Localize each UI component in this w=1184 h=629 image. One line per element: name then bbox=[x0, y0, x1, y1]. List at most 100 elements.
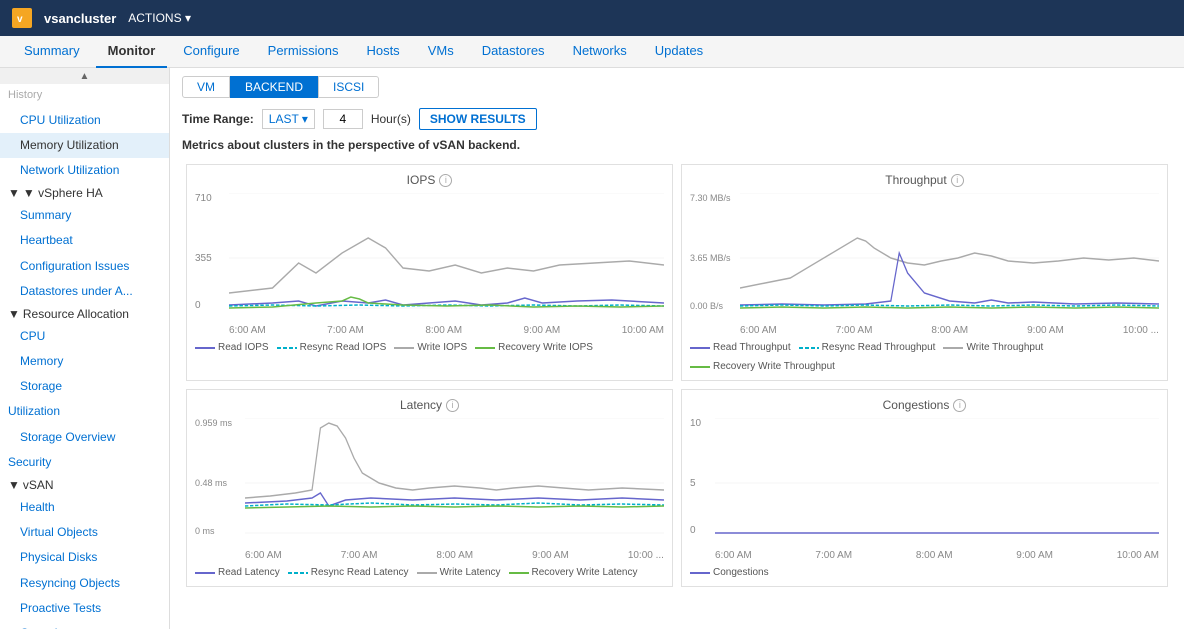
throughput-legend: Read Throughput Resync Read Throughput W… bbox=[690, 342, 1159, 372]
legend-congestions: Congestions bbox=[690, 567, 769, 578]
view-tab-backend[interactable]: BACKEND bbox=[230, 76, 318, 98]
sidebar-item-memory[interactable]: Memory bbox=[0, 349, 169, 374]
legend-write-iops: Write IOPS bbox=[394, 342, 467, 353]
chart-description: Metrics about clusters in the perspectiv… bbox=[170, 138, 1184, 160]
tab-vms[interactable]: VMs bbox=[416, 36, 466, 68]
iops-y-min: 0 bbox=[195, 300, 201, 311]
sidebar-item-cpu-util[interactable]: CPU Utilization bbox=[0, 108, 169, 133]
iops-title: IOPS bbox=[407, 173, 436, 187]
sidebar-item-config-issues[interactable]: Configuration Issues bbox=[0, 254, 169, 279]
sidebar-scroll-up[interactable]: ▲ bbox=[0, 68, 169, 84]
throughput-y-max: 7.30 MB/s bbox=[690, 193, 731, 203]
show-results-button[interactable]: SHOW RESULTS bbox=[419, 108, 537, 130]
sidebar-category-vsan[interactable]: ▼ vSAN bbox=[0, 475, 169, 495]
sidebar-item-memory-util[interactable]: Memory Utilization bbox=[0, 133, 169, 158]
legend-write-latency: Write Latency bbox=[417, 567, 501, 578]
view-tab-vm[interactable]: VM bbox=[182, 76, 230, 98]
latency-chart: Latency i 0.959 ms 0.48 ms 0 ms bbox=[186, 389, 673, 587]
nav-tabs: Summary Monitor Configure Permissions Ho… bbox=[0, 36, 1184, 68]
sidebar-item-resyncing-objects[interactable]: Resyncing Objects bbox=[0, 571, 169, 596]
congestions-title: Congestions bbox=[883, 398, 950, 412]
sidebar: ▲ History CPU Utilization Memory Utiliza… bbox=[0, 68, 170, 629]
sidebar-item-datastores[interactable]: Datastores under A... bbox=[0, 279, 169, 304]
time-range-label: Time Range: bbox=[182, 112, 254, 126]
congestions-chart: Congestions i 10 5 0 6:00 A bbox=[681, 389, 1168, 587]
sidebar-item-cpu[interactable]: CPU bbox=[0, 324, 169, 349]
congestions-svg bbox=[715, 418, 1159, 548]
sidebar-category-resource-alloc[interactable]: ▼ Resource Allocation bbox=[0, 304, 169, 324]
latency-x-labels: 6:00 AM 7:00 AM 8:00 AM 9:00 AM 10:00 ..… bbox=[245, 550, 664, 561]
iops-chart-area: 710 355 0 bbox=[195, 193, 664, 323]
latency-svg bbox=[245, 418, 664, 548]
sidebar-item-health[interactable]: Health bbox=[0, 495, 169, 520]
time-range-unit: Hour(s) bbox=[371, 112, 411, 126]
legend-write-throughput: Write Throughput bbox=[943, 342, 1043, 353]
latency-info-icon[interactable]: i bbox=[446, 399, 459, 412]
throughput-info-icon[interactable]: i bbox=[951, 174, 964, 187]
resync-read-iops-line bbox=[277, 347, 297, 349]
iops-svg bbox=[229, 193, 664, 323]
tab-networks[interactable]: Networks bbox=[561, 36, 639, 68]
latency-y-max: 0.959 ms bbox=[195, 418, 232, 428]
legend-recovery-write-latency: Recovery Write Latency bbox=[509, 567, 638, 578]
sidebar-item-network-util[interactable]: Network Utilization bbox=[0, 158, 169, 183]
time-range-row: Time Range: LAST ▾ Hour(s) SHOW RESULTS bbox=[170, 104, 1184, 138]
congestions-legend: Congestions bbox=[690, 567, 1159, 578]
tab-configure[interactable]: Configure bbox=[171, 36, 251, 68]
sidebar-item-capacity[interactable]: Capacity bbox=[0, 621, 169, 629]
write-iops-line bbox=[394, 347, 414, 349]
iops-info-icon[interactable]: i bbox=[439, 174, 452, 187]
iops-y-max: 710 bbox=[195, 193, 212, 204]
iops-x-labels: 6:00 AM 7:00 AM 8:00 AM 9:00 AM 10:00 AM bbox=[229, 325, 664, 336]
arrow-icon: ▼ bbox=[8, 186, 20, 200]
tab-hosts[interactable]: Hosts bbox=[354, 36, 411, 68]
congestions-y-min: 0 bbox=[690, 525, 696, 536]
time-range-select[interactable]: LAST ▾ bbox=[262, 109, 315, 129]
legend-recovery-write-throughput: Recovery Write Throughput bbox=[690, 361, 835, 372]
legend-read-iops: Read IOPS bbox=[195, 342, 269, 353]
sidebar-item-storage-overview[interactable]: Storage Overview bbox=[0, 425, 169, 450]
sidebar-item-heartbeat[interactable]: Heartbeat bbox=[0, 228, 169, 253]
latency-title: Latency bbox=[400, 398, 442, 412]
app-title: vsancluster bbox=[44, 11, 116, 26]
charts-grid: IOPS i 710 355 0 bbox=[170, 160, 1184, 591]
sidebar-item-security[interactable]: Security bbox=[0, 450, 169, 475]
svg-text:v: v bbox=[17, 14, 23, 25]
latency-y-min: 0 ms bbox=[195, 526, 215, 536]
legend-read-throughput: Read Throughput bbox=[690, 342, 791, 353]
app-icon: v bbox=[12, 8, 32, 28]
tab-updates[interactable]: Updates bbox=[643, 36, 715, 68]
congestions-chart-area: 10 5 0 bbox=[690, 418, 1159, 548]
actions-button[interactable]: ACTIONS ▾ bbox=[128, 11, 191, 25]
sidebar-item-virtual-objects[interactable]: Virtual Objects bbox=[0, 520, 169, 545]
throughput-title: Throughput bbox=[885, 173, 946, 187]
content-area: VM BACKEND ISCSI Time Range: LAST ▾ Hour… bbox=[170, 68, 1184, 629]
congestions-info-icon[interactable]: i bbox=[953, 399, 966, 412]
sidebar-item-proactive-tests[interactable]: Proactive Tests bbox=[0, 596, 169, 621]
legend-resync-read-throughput: Resync Read Throughput bbox=[799, 342, 936, 353]
sidebar-item-physical-disks[interactable]: Physical Disks bbox=[0, 545, 169, 570]
congestions-y-mid: 5 bbox=[690, 478, 696, 489]
main-layout: ▲ History CPU Utilization Memory Utiliza… bbox=[0, 68, 1184, 629]
tab-permissions[interactable]: Permissions bbox=[256, 36, 351, 68]
iops-y-mid: 355 bbox=[195, 253, 212, 264]
legend-resync-read-iops: Resync Read IOPS bbox=[277, 342, 387, 353]
recovery-write-iops-line bbox=[475, 347, 495, 349]
legend-resync-read-latency: Resync Read Latency bbox=[288, 567, 409, 578]
chevron-icon: ▾ bbox=[302, 112, 308, 126]
sidebar-item-storage[interactable]: Storage bbox=[0, 374, 169, 399]
sidebar-category-vsphere-ha[interactable]: ▼ ▼ vSphere HA bbox=[0, 183, 169, 203]
sidebar-item-history[interactable]: History bbox=[0, 84, 169, 108]
throughput-svg bbox=[740, 193, 1159, 323]
tab-datastores[interactable]: Datastores bbox=[470, 36, 557, 68]
sidebar-item-utilization[interactable]: Utilization bbox=[0, 399, 169, 424]
time-range-value[interactable] bbox=[323, 109, 363, 129]
throughput-y-mid: 3.65 MB/s bbox=[690, 253, 731, 263]
iops-chart: IOPS i 710 355 0 bbox=[186, 164, 673, 381]
legend-read-latency: Read Latency bbox=[195, 567, 280, 578]
tab-monitor[interactable]: Monitor bbox=[96, 36, 168, 68]
view-tab-iscsi[interactable]: ISCSI bbox=[318, 76, 379, 98]
tab-summary[interactable]: Summary bbox=[12, 36, 92, 68]
arrow-icon-2: ▼ bbox=[8, 307, 20, 321]
sidebar-item-summary[interactable]: Summary bbox=[0, 203, 169, 228]
